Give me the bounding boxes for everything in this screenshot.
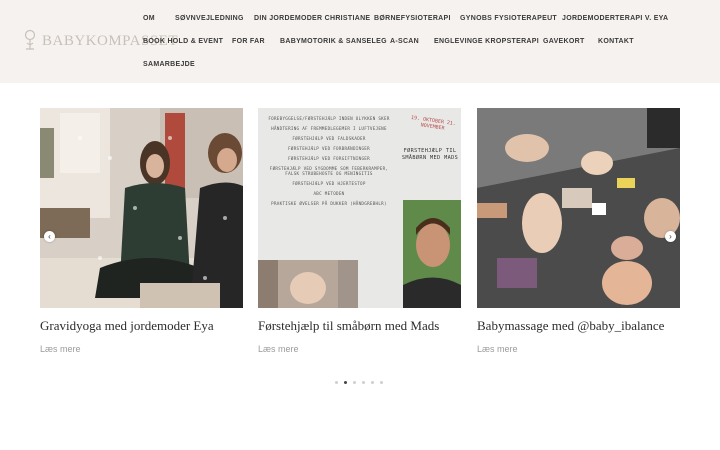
carousel-dot[interactable] [371,381,374,384]
nav-for-far[interactable]: FOR FAR [232,38,265,45]
event-card[interactable]: FOREBYGGELSE/FØRSTEHJÆLP INDEN OLYKKEN S… [258,108,461,354]
nav-jordemoderterapi[interactable]: JORDEMODERTERAPI V. EYA [562,15,668,22]
event-carousel: Gravidyoga med jordemoder Eya Læs mere F… [40,108,680,358]
nav-bornefysioterapi[interactable]: BØRNEFYSIOTERAPI [374,15,451,22]
carousel-dot[interactable] [380,381,383,384]
poster-item: ABC METODEN [313,191,345,196]
carousel-next-button[interactable]: › [665,231,676,242]
card-title[interactable]: Førstehjælp til småbørn med Mads [258,318,439,334]
carousel-prev-button[interactable]: ‹ [44,231,55,242]
poster-item: FØRSTEHJÆLP VED HJERTESTOP [292,181,366,186]
instructor-photo [403,200,461,308]
poster-item: FØRSTEHJÆLP VED FORBRÆNDINGER [288,146,370,151]
poster-item: PRAKTISKE ØVELSER PÅ DUKKER (HÅNDGREBHLR… [271,201,387,206]
poster-item: FØRSTEHJÆLP VED FORGIFTNINGER [288,156,370,161]
carousel-dot[interactable] [344,381,347,384]
nav-sovnvejledning[interactable]: SØVNVEJLEDNING [175,15,244,22]
stork-icon [24,29,36,50]
nav-jordemoder-christiane[interactable]: DIN JORDEMODER CHRISTIANE [254,15,370,22]
nav-a-scan[interactable]: A-SCAN [390,38,419,45]
poster-list: FOREBYGGELSE/FØRSTEHJÆLP INDEN OLYKKEN S… [258,108,400,260]
read-more-link[interactable]: Læs mere [40,344,81,354]
baby-photo [258,260,358,308]
nav-babymotorik[interactable]: BABYMOTORIK & SANSELEG [280,38,387,45]
poster-item: FOREBYGGELSE/FØRSTEHJÆLP INDEN OLYKKEN S… [268,116,390,121]
babymassage-photo[interactable] [477,108,680,308]
nav-om[interactable]: OM [143,15,155,22]
nav-gavekort[interactable]: GAVEKORT [543,38,585,45]
carousel-dot[interactable] [353,381,356,384]
card-title[interactable]: Babymassage med @baby_ibalance [477,318,664,334]
poster-headline: FØRSTEHJÆLP TIL SMÅBØRN MED MADS [401,148,459,161]
yoga-photo[interactable] [40,108,243,308]
nav-englevinge[interactable]: ENGLEVINGE KROPSTERAPI [434,38,539,45]
chevron-right-icon: › [669,232,672,241]
site-header: BABYKOMPASSET OM SØVNVEJLEDNING DIN JORD… [0,0,720,83]
poster-item: FØRSTEHJÆLP VED SYGDOMME SOM FEBERKRAMPE… [269,166,389,176]
card-title[interactable]: Gravidyoga med jordemoder Eya [40,318,214,334]
chevron-left-icon: ‹ [48,232,51,241]
carousel-dot[interactable] [362,381,365,384]
poster-dates: 19. OKTOBER 21. NOVEMBER [410,114,457,132]
nav-gynobs-fysioterapeut[interactable]: GYNOBS FYSIOTERAPEUT [460,15,557,22]
poster-item: FØRSTEHJÆLP VED FALDSKADER [292,136,366,141]
event-card[interactable]: Babymassage med @baby_ibalance Læs mere [477,108,680,354]
nav-kontakt[interactable]: KONTAKT [598,38,634,45]
event-card[interactable]: Gravidyoga med jordemoder Eya Læs mere [40,108,243,354]
nav-samarbejde[interactable]: SAMARBEJDE [143,61,195,68]
read-more-link[interactable]: Læs mere [258,344,299,354]
poster-item: HÅNDTERING AF FREMMEDLEGEMER I LUFTVEJEN… [271,126,387,131]
carousel-dot[interactable] [335,381,338,384]
read-more-link[interactable]: Læs mere [477,344,518,354]
first-aid-poster[interactable]: FOREBYGGELSE/FØRSTEHJÆLP INDEN OLYKKEN S… [258,108,461,308]
nav-book-hold-event[interactable]: BOOK HOLD & EVENT [143,38,223,45]
carousel-pagination [335,381,383,384]
